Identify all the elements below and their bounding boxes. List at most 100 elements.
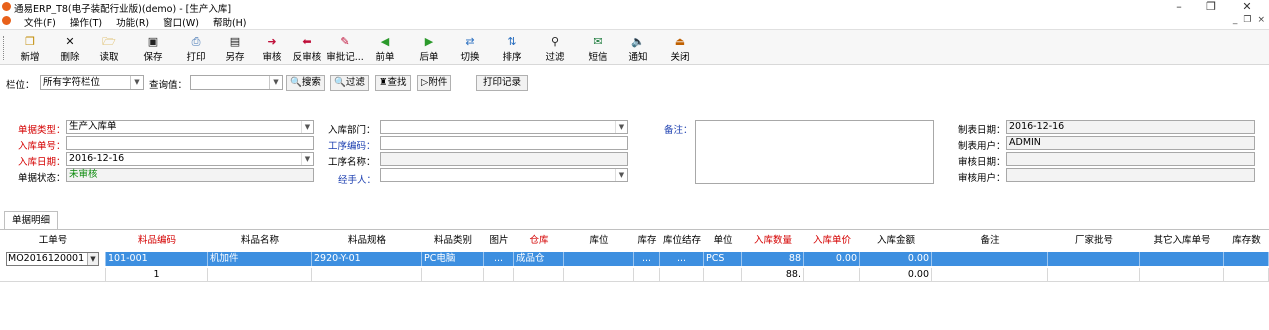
binoculars-icon: ♜ [379, 77, 388, 88]
process-code-input[interactable] [380, 136, 628, 150]
menu-help[interactable]: 帮助(H) [213, 15, 247, 29]
find-button[interactable]: ♜查找 [375, 75, 411, 91]
column-select[interactable]: 所有字符栏位 ▼ [40, 75, 144, 90]
col-header-qty[interactable]: 入库数量 [742, 232, 804, 250]
col-header-unit[interactable]: 单位 [704, 232, 742, 250]
doc-no-input[interactable] [66, 136, 314, 150]
cell-loc-balance-button[interactable]: ... [660, 252, 704, 266]
menu-operation[interactable]: 操作(T) [70, 15, 102, 29]
cell-image-button[interactable]: ... [484, 252, 514, 266]
next-record-button[interactable]: ▶ 后单 [413, 33, 445, 64]
cell-amount[interactable]: 0.00 [860, 252, 932, 266]
creator-field: ADMIN [1006, 136, 1255, 150]
prev-record-button[interactable]: ◀ 前单 [369, 33, 401, 64]
chevron-down-icon[interactable]: ▼ [615, 169, 627, 181]
cell-category[interactable]: PC电脑 [422, 252, 484, 266]
chevron-down-icon[interactable]: ▼ [615, 121, 627, 133]
child-minimize-button[interactable]: _ [1233, 15, 1238, 25]
cell-remark[interactable] [932, 252, 1048, 266]
col-header-other-no[interactable]: 其它入库单号 [1140, 232, 1224, 250]
query-input[interactable]: ▼ [190, 75, 283, 90]
doc-type-select[interactable]: 生产入库单 ▼ [66, 120, 314, 134]
delete-icon: ✕ [65, 35, 75, 48]
exit-button[interactable]: ⏏ 关闭 [664, 33, 696, 64]
memo-textarea[interactable] [695, 120, 934, 184]
col-header-name[interactable]: 料品名称 [208, 232, 312, 250]
chevron-down-icon[interactable]: ▼ [130, 76, 143, 89]
col-header-amount[interactable]: 入库金额 [860, 232, 932, 250]
delete-button[interactable]: ✕ 删除 [54, 33, 86, 64]
child-close-button[interactable]: × [1257, 15, 1265, 25]
col-header-remark[interactable]: 备注 [932, 232, 1048, 250]
read-button[interactable]: 🗁 读取 [93, 33, 125, 64]
col-header-wo[interactable]: 工单号 [0, 232, 106, 250]
chevron-down-icon[interactable]: ▼ [301, 121, 313, 133]
cell-unit[interactable]: PCS [704, 252, 742, 266]
chevron-down-icon[interactable]: ▼ [87, 253, 98, 265]
attachment-button[interactable]: ▷附件 [417, 75, 452, 91]
col-header-code[interactable]: 料品编码 [106, 232, 208, 250]
sms-button[interactable]: ✉ 短信 [582, 33, 614, 64]
cell-spec[interactable]: 2920-Y-01 [312, 252, 422, 266]
print-button[interactable]: ⎙ 打印 [180, 33, 212, 64]
save-as-button[interactable]: ▤ 另存 [219, 33, 251, 64]
new-button[interactable]: ❐ 新增 [14, 33, 46, 64]
toolbar-grip[interactable] [3, 36, 5, 60]
prev-icon: ◀ [380, 35, 390, 48]
cell-stock-button[interactable]: ... [634, 252, 660, 266]
total-count: 1 [106, 268, 208, 282]
tab-detail[interactable]: 单据明细 [4, 211, 58, 229]
switch-button[interactable]: ⇄ 切换 [454, 33, 486, 64]
total-qty: 88. [742, 268, 804, 282]
col-header-spec[interactable]: 料品规格 [312, 232, 422, 250]
col-header-stock[interactable]: 库存 [634, 232, 660, 250]
sort-button[interactable]: ⇅ 排序 [496, 33, 528, 64]
date-label: 入库日期： [18, 157, 66, 168]
handler-label[interactable]: 经手人： [338, 172, 376, 186]
date-picker[interactable]: 2016-12-16 ▼ [66, 152, 314, 166]
col-header-warehouse[interactable]: 仓库 [514, 232, 564, 250]
menu-function[interactable]: 功能(R) [116, 15, 149, 29]
process-code-label[interactable]: 工序编码： [328, 138, 376, 152]
cell-stock-qty[interactable] [1224, 252, 1269, 266]
cell-code[interactable]: 101-001 [106, 252, 208, 266]
handler-select[interactable]: ▼ [380, 168, 628, 182]
cell-other-no[interactable] [1140, 252, 1224, 266]
close-button[interactable]: ✕ [1232, 0, 1262, 14]
wo-combo[interactable]: MO2016120001 ▼ [6, 252, 99, 266]
col-header-stock-qty[interactable]: 库存数 [1224, 232, 1269, 250]
menu-window[interactable]: 窗口(W) [163, 15, 199, 29]
notify-button[interactable]: 🔈 通知 [622, 33, 654, 64]
dept-select[interactable]: ▼ [380, 120, 628, 134]
filter-button[interactable]: ⚲ 过滤 [539, 33, 571, 64]
cell-location[interactable] [564, 252, 634, 266]
col-header-image[interactable]: 图片 [484, 232, 514, 250]
chevron-down-icon[interactable]: ▼ [301, 153, 313, 165]
search-button[interactable]: 🔍搜索 [286, 75, 325, 91]
filter-search-button[interactable]: 🔍过滤 [330, 75, 369, 91]
process-name-field [380, 152, 628, 166]
save-button[interactable]: ▣ 保存 [137, 33, 169, 64]
chevron-down-icon[interactable]: ▼ [269, 76, 282, 89]
minimize-button[interactable]: – [1164, 0, 1194, 14]
approve-button[interactable]: ➜ 审核 [256, 33, 288, 64]
cell-warehouse[interactable]: 成品仓 [514, 252, 564, 266]
menu-file[interactable]: 文件(F) [24, 15, 56, 29]
col-header-batch[interactable]: 厂家批号 [1048, 232, 1140, 250]
col-header-location[interactable]: 库位 [564, 232, 634, 250]
save-as-icon: ▤ [229, 35, 241, 48]
created-date-field: 2016-12-16 [1006, 120, 1255, 134]
cell-name[interactable]: 机加件 [208, 252, 312, 266]
print-log-button[interactable]: 打印记录 [476, 75, 529, 91]
cell-batch[interactable] [1048, 252, 1140, 266]
approval-log-button[interactable]: ✎ 审批记... [326, 33, 364, 64]
unapprove-button[interactable]: ⬅ 反审核 [288, 33, 326, 64]
col-header-category[interactable]: 料品类别 [422, 232, 484, 250]
col-header-price[interactable]: 入库单价 [804, 232, 860, 250]
maximize-button[interactable]: ❐ [1196, 0, 1226, 14]
child-restore-button[interactable]: ❐ [1243, 15, 1251, 25]
cell-price[interactable]: 0.00 [804, 252, 860, 266]
col-header-loc-balance[interactable]: 库位结存 [660, 232, 704, 250]
table-row[interactable]: MO2016120001 ▼ 101-001 机加件 2920-Y-01 PC电… [0, 252, 1269, 266]
cell-qty[interactable]: 88 [742, 252, 804, 266]
